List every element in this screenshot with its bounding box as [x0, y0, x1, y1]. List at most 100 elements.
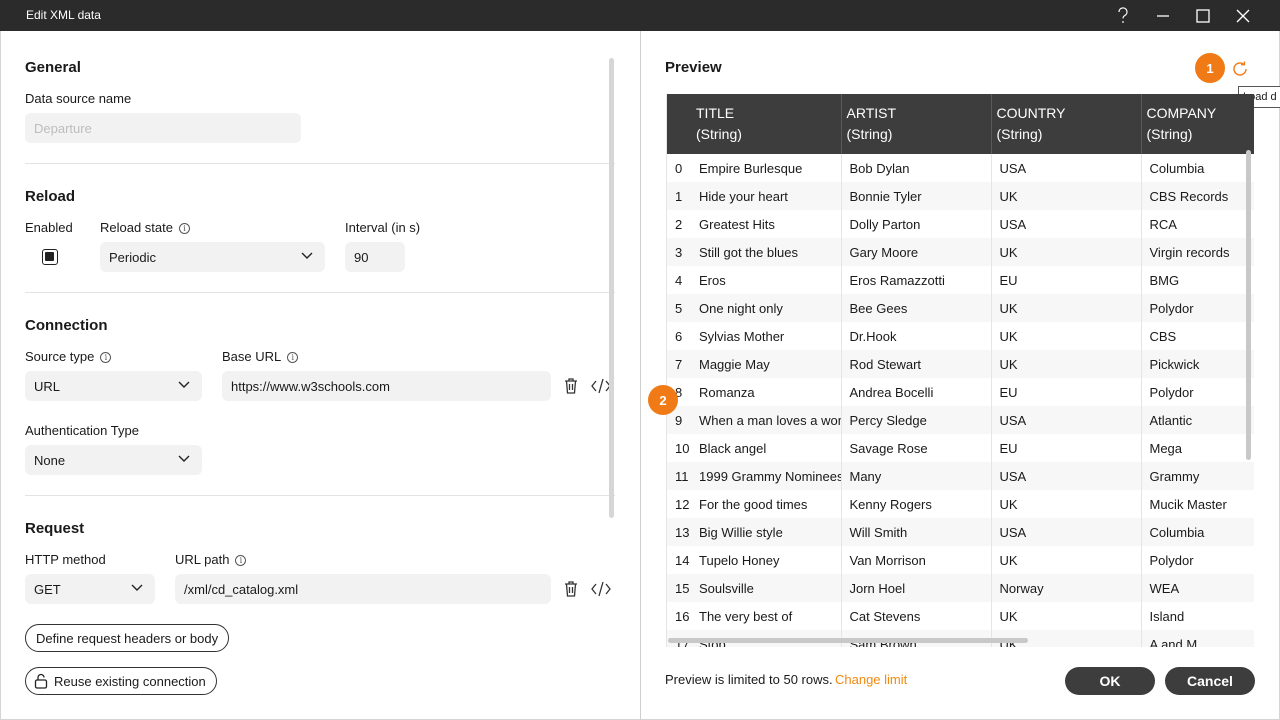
row-index: 5 — [675, 300, 683, 316]
column-header-artist[interactable]: ARTIST (String) — [841, 94, 992, 154]
source-type-select[interactable]: URL — [25, 371, 202, 401]
table-cell: Kenny Rogers — [841, 490, 992, 518]
table-cell: Columbia — [1141, 518, 1254, 546]
left-scrollbar[interactable] — [609, 58, 614, 518]
table-cell: Pickwick — [1141, 350, 1254, 378]
enabled-label: Enabled — [25, 220, 73, 235]
table-row: 1 Hide your heart Bonnie Tyler UK CBS Record… — [667, 182, 1254, 210]
table-cell: EU — [991, 266, 1142, 294]
info-icon[interactable]: i — [287, 352, 299, 363]
table-cell: Rod Stewart — [841, 350, 992, 378]
table-cell: Polydor — [1141, 378, 1254, 406]
http-method-value: GET — [34, 581, 61, 597]
table-cell: Gary Moore — [841, 238, 992, 266]
close-icon[interactable] — [1230, 3, 1256, 29]
info-icon[interactable]: i — [100, 352, 112, 363]
preview-heading: Preview — [665, 59, 722, 76]
chevron-down-icon — [178, 455, 190, 462]
table-cell: Mucik Master — [1141, 490, 1254, 518]
reload-heading: Reload — [25, 188, 76, 205]
step-badge-1: 1 — [1195, 53, 1225, 83]
row-index: 14 — [675, 552, 690, 568]
column-header-company[interactable]: COMPANY (String) — [1141, 94, 1254, 154]
enabled-checkbox[interactable] — [42, 249, 58, 265]
base-url-value: https://www.w3schools.com — [231, 378, 390, 394]
table-cell: Eros — [691, 266, 842, 294]
change-limit-link[interactable]: Change limit — [835, 672, 907, 687]
table-cell: Andrea Bocelli — [841, 378, 992, 406]
index-header — [667, 94, 691, 154]
interval-input[interactable]: 90 — [345, 242, 405, 272]
table-horizontal-scrollbar[interactable] — [668, 638, 1028, 643]
chevron-down-icon — [131, 584, 143, 591]
table-cell: Bonnie Tyler — [841, 182, 992, 210]
auth-type-select[interactable]: None — [25, 445, 202, 475]
url-path-value: /xml/cd_catalog.xml — [184, 581, 299, 597]
base-url-input[interactable]: https://www.w3schools.com — [222, 371, 551, 401]
section-divider — [25, 292, 615, 293]
table-cell: Norway — [991, 574, 1142, 602]
column-name: COMPANY — [1146, 105, 1217, 121]
table-cell: USA — [991, 406, 1142, 434]
column-name: TITLE — [696, 105, 735, 121]
table-vertical-scrollbar[interactable] — [1246, 150, 1251, 460]
table-header-row: TITLE (String) ARTIST (String) COUNTRY (Str… — [667, 94, 1254, 154]
checkbox-check-mark — [45, 252, 54, 261]
maximize-icon[interactable] — [1190, 3, 1216, 29]
define-request-headers-button[interactable]: Define request headers or body — [25, 624, 230, 652]
table-row: 10 Black angel Savage Rose EU Mega — [667, 434, 1254, 462]
table-row: 8 Romanza Andrea Bocelli EU Polydor — [667, 378, 1254, 406]
row-index: 3 — [675, 244, 683, 260]
column-type: (String) — [1146, 126, 1193, 142]
table-cell: USA — [991, 154, 1142, 182]
help-icon[interactable] — [1110, 3, 1136, 29]
table-cell: Grammy — [1141, 462, 1254, 490]
table-cell: Atlantic — [1141, 406, 1254, 434]
connection-heading: Connection — [25, 317, 108, 334]
info-icon[interactable]: i — [179, 223, 190, 234]
request-heading: Request — [25, 520, 85, 537]
ok-button[interactable]: OK — [1065, 667, 1155, 695]
section-divider — [25, 495, 615, 496]
table-cell: Bob Dylan — [841, 154, 992, 182]
row-index: 7 — [675, 356, 683, 372]
table-cell: Eros Ramazzotti — [841, 266, 992, 294]
table-cell: USA — [991, 210, 1142, 238]
base-url-label-wrap: Base URL i — [222, 349, 299, 364]
table-cell: RCA — [1141, 210, 1254, 238]
reload-state-select[interactable]: Periodic — [100, 242, 325, 272]
info-icon[interactable]: i — [235, 555, 247, 566]
trash-icon[interactable] — [560, 375, 582, 397]
row-index: 16 — [675, 608, 690, 624]
reload-icon[interactable] — [1229, 58, 1251, 80]
reuse-connection-label: Reuse existing connection — [54, 673, 206, 689]
table-cell: Cat Stevens — [841, 602, 992, 630]
url-path-input[interactable]: /xml/cd_catalog.xml — [175, 574, 551, 604]
table-cell: Romanza — [691, 378, 842, 406]
column-type: (String) — [696, 126, 742, 142]
minimize-icon[interactable] — [1150, 3, 1176, 29]
reload-state-value: Periodic — [109, 249, 156, 265]
table-cell: UK — [991, 294, 1142, 322]
table-cell: Mega — [1141, 434, 1254, 462]
source-type-label: Source type — [25, 349, 95, 364]
http-method-select[interactable]: GET — [25, 574, 155, 604]
table-cell: The very best of — [691, 602, 842, 630]
table-cell: UK — [991, 238, 1142, 266]
base-url-label: Base URL — [222, 349, 282, 364]
table-cell: UK — [991, 546, 1142, 574]
table-cell: Van Morrison — [841, 546, 992, 574]
http-method-label: HTTP method — [25, 552, 106, 567]
interval-label: Interval (in s) — [345, 220, 421, 235]
column-header-title[interactable]: TITLE (String) — [691, 94, 842, 154]
column-header-country[interactable]: COUNTRY (String) — [991, 94, 1142, 154]
cancel-button[interactable]: Cancel — [1165, 667, 1255, 695]
table-cell: UK — [991, 350, 1142, 378]
step-badge-2: 2 — [648, 385, 678, 415]
reuse-connection-button[interactable]: Reuse existing connection — [25, 667, 217, 695]
trash-icon[interactable] — [560, 578, 582, 600]
table-row: 5 One night only Bee Gees UK Polydor — [667, 294, 1254, 322]
table-row: 7 Maggie May Rod Stewart UK Pickwick — [667, 350, 1254, 378]
table-cell: When a man loves a woman — [691, 406, 842, 434]
code-icon[interactable] — [590, 578, 612, 600]
